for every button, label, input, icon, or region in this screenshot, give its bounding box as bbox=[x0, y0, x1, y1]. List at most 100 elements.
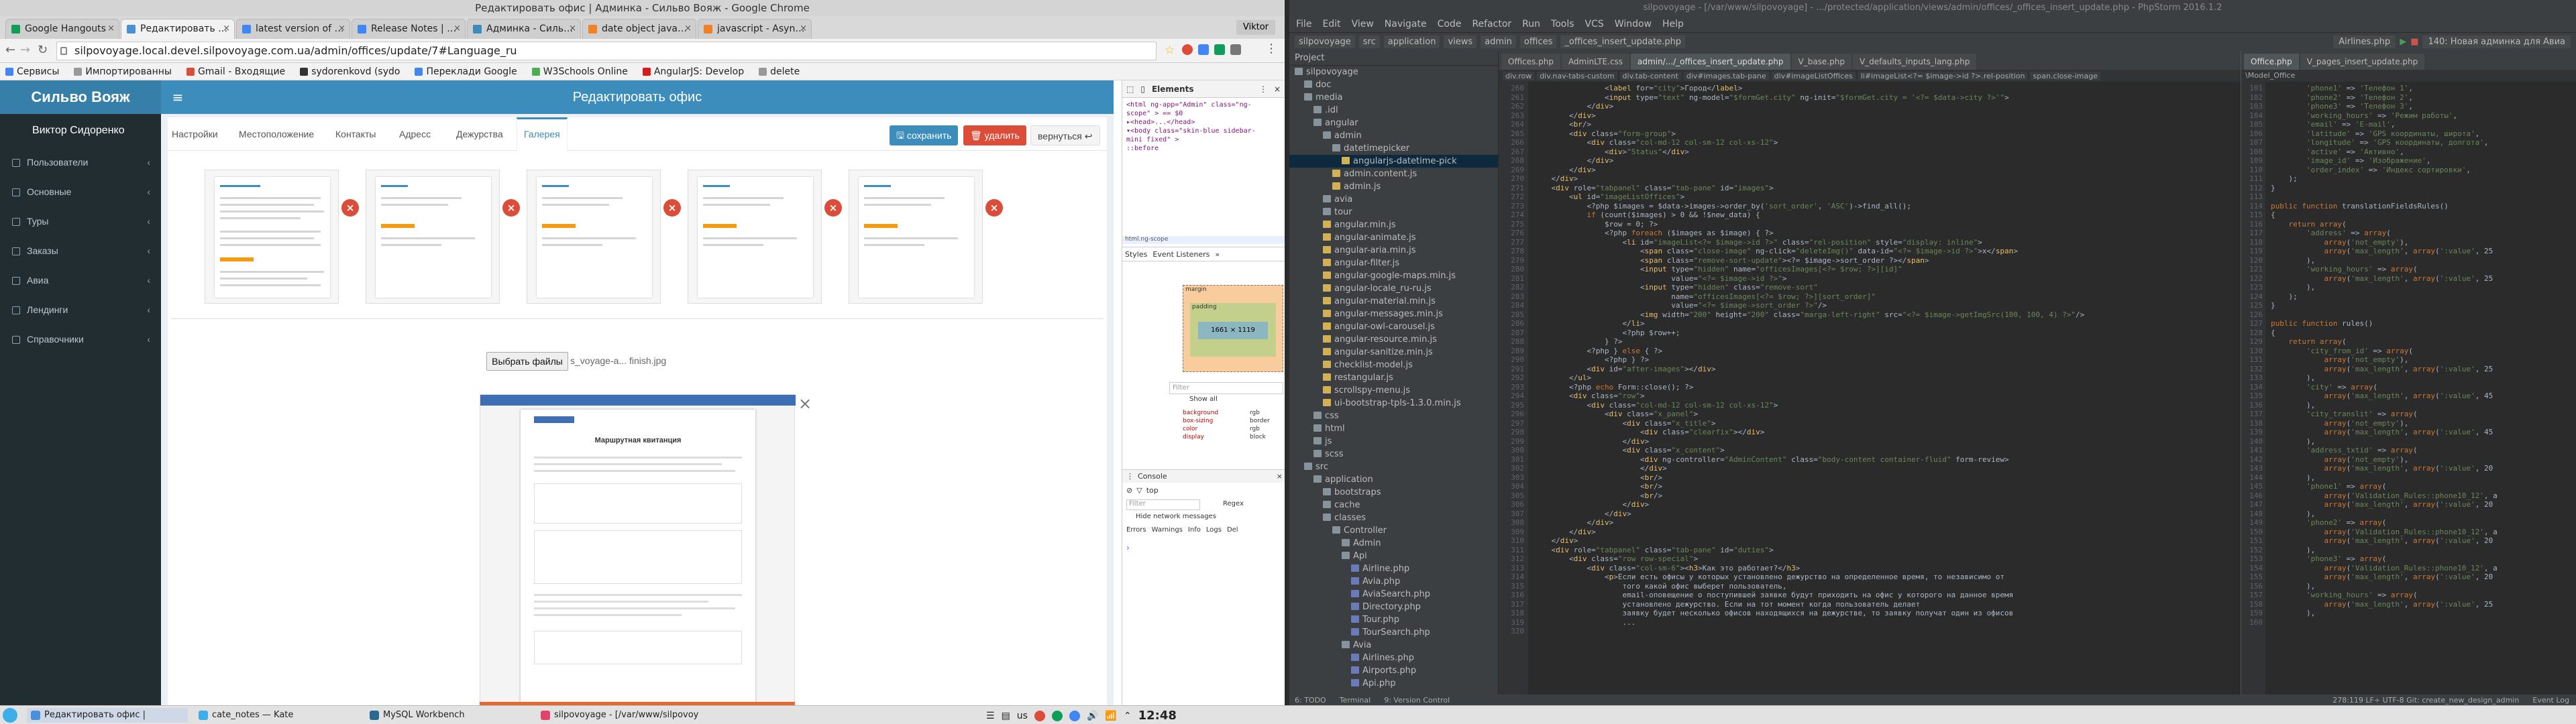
show-all-checkbox[interactable]: Show all bbox=[1189, 396, 1218, 403]
tree-folder[interactable]: css bbox=[1289, 410, 1498, 422]
browser-tab[interactable]: Админка - Сильво В × bbox=[467, 19, 581, 39]
nav-crumb[interactable]: _offices_insert_update.php bbox=[1560, 36, 1686, 48]
tree-folder[interactable]: tour bbox=[1289, 206, 1498, 219]
tree-file[interactable]: Directory.php bbox=[1289, 601, 1498, 613]
tab-duties[interactable]: Дежурства bbox=[456, 129, 503, 139]
tree-file[interactable]: Airline.php bbox=[1289, 562, 1498, 575]
dom-node[interactable]: <html ng-app="Admin" class="ng- bbox=[1126, 101, 1281, 109]
menu-tools[interactable]: Tools bbox=[1551, 19, 1574, 29]
volume-icon[interactable]: 🔊 bbox=[1087, 711, 1098, 721]
tray-app-icon[interactable] bbox=[1034, 710, 1045, 721]
tree-file[interactable]: Airlines.php bbox=[1289, 652, 1498, 664]
tree-folder[interactable]: silpovoyage bbox=[1289, 66, 1498, 78]
run-icon[interactable]: ▶ bbox=[2400, 37, 2406, 47]
profile-button[interactable]: Viktor bbox=[1236, 20, 1275, 35]
tree-file[interactable]: Tour.php bbox=[1289, 613, 1498, 626]
bookmark-item[interactable]: Импортированны bbox=[74, 66, 172, 77]
run-config-select[interactable]: Airlines.php bbox=[2333, 36, 2396, 48]
filter-icon[interactable]: ▽ bbox=[1136, 486, 1142, 495]
sidebar-item-avia[interactable]: Авиа bbox=[0, 265, 161, 295]
remove-image-button[interactable]: × bbox=[985, 199, 1003, 217]
sidebar-item-users[interactable]: Пользователи bbox=[0, 147, 161, 177]
tree-folder[interactable]: classes bbox=[1289, 511, 1498, 524]
choose-files-button[interactable]: Выбрать файлы bbox=[486, 352, 568, 371]
browser-tab[interactable]: Google Hangouts × bbox=[5, 19, 119, 39]
save-button[interactable]: 🖫 сохранить bbox=[890, 125, 959, 145]
tree-file[interactable]: Avia.php bbox=[1289, 575, 1498, 588]
tab-location[interactable]: Местоположение bbox=[239, 129, 314, 139]
nav-crumb[interactable]: offices bbox=[1519, 36, 1557, 48]
browser-tab[interactable]: latest version of goo × bbox=[236, 19, 350, 39]
editor-tab[interactable]: Offices.php bbox=[1501, 54, 1560, 70]
back-button[interactable]: вернуться ↩ bbox=[1030, 125, 1100, 145]
tree-file[interactable]: angular-locale_ru-ru.js bbox=[1289, 282, 1498, 295]
tree-file[interactable]: scrollspy-menu.js bbox=[1289, 384, 1498, 397]
tree-file[interactable]: AviaSearch.php bbox=[1289, 588, 1498, 601]
taskbar-item[interactable]: Редактировать офис | Админка bbox=[27, 708, 188, 723]
menu-view[interactable]: View bbox=[1352, 19, 1374, 29]
tab-gallery[interactable]: Галерея bbox=[517, 117, 568, 151]
menu-file[interactable]: File bbox=[1296, 19, 1311, 29]
editor-tab-active[interactable]: admin/.../_offices_insert_update.php bbox=[1631, 54, 1790, 70]
nav-crumb[interactable]: admin bbox=[1481, 36, 1516, 48]
editor-tab[interactable]: V_pages_insert_update.php bbox=[2300, 54, 2425, 70]
tree-file[interactable]: restangular.js bbox=[1289, 371, 1498, 384]
tree-folder[interactable]: Api bbox=[1289, 550, 1498, 562]
clear-console-icon[interactable]: ⊘ bbox=[1126, 486, 1132, 495]
tab-styles[interactable]: Styles bbox=[1125, 250, 1147, 259]
tree-file[interactable]: angular-google-maps.min.js bbox=[1289, 269, 1498, 282]
bookmark-star-icon[interactable]: ☆ bbox=[1165, 44, 1175, 57]
browser-tab[interactable]: date object javascri × bbox=[582, 19, 696, 39]
tree-file[interactable]: Airports.php bbox=[1289, 664, 1498, 677]
nav-crumb[interactable]: views bbox=[1444, 36, 1477, 48]
inspect-icon[interactable]: ⬚ bbox=[1126, 84, 1134, 94]
browser-tab[interactable]: Release Notes | Goog× bbox=[352, 19, 466, 39]
tree-file[interactable]: TourSearch.php bbox=[1289, 626, 1498, 639]
network-icon[interactable]: 📶 bbox=[1105, 711, 1116, 721]
device-icon[interactable]: ▯ bbox=[1140, 84, 1145, 94]
tree-folder[interactable]: angular bbox=[1289, 117, 1498, 129]
remove-preview-icon[interactable]: × bbox=[798, 394, 812, 413]
version-control-tab[interactable]: 9: Version Control bbox=[1384, 696, 1450, 705]
back-icon[interactable]: ← bbox=[5, 43, 15, 57]
tree-file[interactable]: ui-bootstrap-tpls-1.3.0.min.js bbox=[1289, 397, 1498, 410]
code-text[interactable]: <label for="city">Город</label> <input t… bbox=[1534, 82, 2238, 695]
extension-icon[interactable] bbox=[1214, 44, 1225, 55]
breadcrumb-item[interactable]: div.nav-tabs-custom bbox=[1537, 71, 1617, 80]
tree-folder[interactable]: html bbox=[1289, 422, 1498, 435]
menu-icon[interactable]: ⋮ bbox=[1126, 472, 1134, 481]
code-text[interactable]: 'phone1' => 'Телефон 1', 'phone2' => 'Те… bbox=[2271, 82, 2575, 695]
close-tab-icon[interactable]: × bbox=[223, 19, 230, 38]
dom-node[interactable]: ▸<head>...</head> bbox=[1126, 118, 1281, 127]
close-tab-icon[interactable]: × bbox=[453, 19, 461, 38]
tree-file[interactable]: angular-material.min.js bbox=[1289, 295, 1498, 308]
tab-address[interactable]: Адресс bbox=[399, 129, 431, 139]
bookmark-item[interactable]: Сервисы bbox=[5, 66, 59, 77]
hide-network-checkbox[interactable]: Hide network messages bbox=[1136, 513, 1216, 520]
filter-logs[interactable]: Logs bbox=[1206, 526, 1222, 534]
tree-file[interactable]: angular-resource.min.js bbox=[1289, 333, 1498, 346]
close-tab-icon[interactable]: × bbox=[338, 19, 345, 38]
breadcrumb-item[interactable]: div.tab-content bbox=[1619, 71, 1681, 80]
tree-file[interactable]: angularjs-datetime-pick bbox=[1289, 155, 1498, 168]
reload-icon[interactable]: ↻ bbox=[38, 43, 48, 57]
tree-file[interactable]: angular-messages.min.js bbox=[1289, 308, 1498, 320]
nav-crumb[interactable]: silpovoyage bbox=[1295, 36, 1355, 48]
tab-contacts[interactable]: Контакты bbox=[335, 129, 376, 139]
filter-info[interactable]: Info bbox=[1188, 526, 1201, 534]
tree-folder[interactable]: scss bbox=[1289, 448, 1498, 461]
forward-icon[interactable]: → bbox=[20, 43, 30, 57]
task-select[interactable]: 140: Новая админка для Авиа bbox=[2422, 36, 2571, 48]
breadcrumb-item[interactable]: li#imageList<?= $image->id ?>.rel-positi… bbox=[1858, 71, 2028, 80]
bookmark-item[interactable]: Переклади Google bbox=[415, 66, 517, 77]
tree-folder[interactable]: Admin bbox=[1289, 537, 1498, 550]
tree-folder[interactable]: avia bbox=[1289, 193, 1498, 206]
project-header[interactable]: Project bbox=[1289, 51, 1498, 66]
close-devtools-icon[interactable]: × bbox=[1274, 84, 1281, 94]
terminal-tab[interactable]: Terminal bbox=[1340, 696, 1371, 705]
taskbar-item[interactable]: silpovoyage - [/var/www/silpovoy bbox=[537, 708, 711, 723]
clock[interactable]: 12:48 bbox=[1138, 709, 1177, 723]
url-input[interactable]: silpovoyage.local.devel.silpovoyage.com.… bbox=[56, 42, 1157, 60]
tree-file[interactable]: angular-owl-carousel.js bbox=[1289, 320, 1498, 333]
remove-image-button[interactable]: × bbox=[824, 199, 842, 217]
